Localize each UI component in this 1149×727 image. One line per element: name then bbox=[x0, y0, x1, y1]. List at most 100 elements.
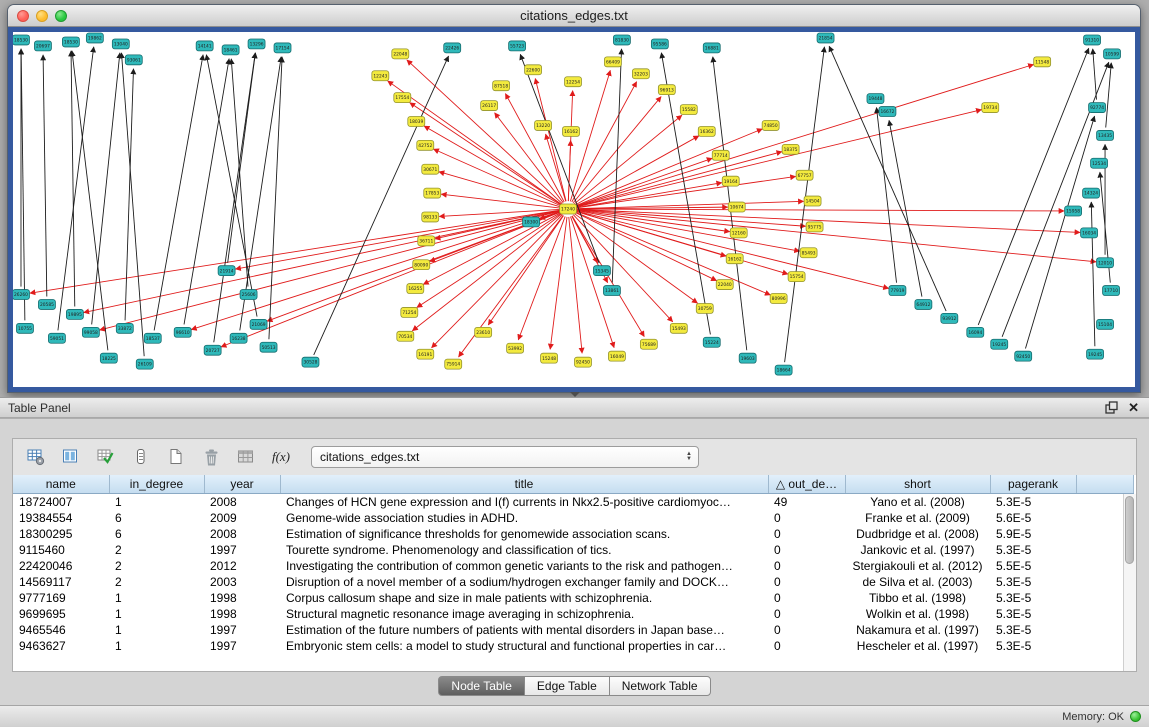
graph-edge[interactable] bbox=[314, 56, 449, 355]
graph-node[interactable]: 22040 bbox=[716, 280, 733, 290]
graph-edge[interactable] bbox=[576, 152, 782, 207]
graph-node[interactable]: 85493 bbox=[800, 248, 817, 258]
graph-node[interactable]: 92450 bbox=[1015, 351, 1032, 361]
network-window[interactable]: citations_edges.txt 17240220481224317554… bbox=[7, 4, 1141, 393]
float-panel-icon[interactable] bbox=[1105, 401, 1118, 414]
graph-node[interactable]: 96610 bbox=[174, 327, 191, 337]
graph-node[interactable]: 53992 bbox=[507, 343, 524, 353]
scrollbar-thumb[interactable] bbox=[1125, 496, 1134, 564]
new-column-button[interactable] bbox=[163, 444, 189, 470]
graph-node[interactable]: 17554 bbox=[394, 93, 411, 103]
graph-node[interactable]: 13296 bbox=[248, 39, 265, 49]
graph-node[interactable]: 26260 bbox=[13, 290, 29, 300]
graph-node[interactable]: 42752 bbox=[417, 140, 434, 150]
graph-edge[interactable] bbox=[235, 210, 560, 269]
row-height-button[interactable] bbox=[128, 444, 154, 470]
graph-edge[interactable] bbox=[889, 120, 922, 296]
graph-node[interactable]: 10674 bbox=[728, 202, 745, 212]
graph-node[interactable]: 12254 bbox=[565, 77, 582, 87]
column-header[interactable]: short bbox=[845, 475, 990, 493]
graph-edge[interactable] bbox=[576, 210, 1096, 262]
graph-node[interactable]: 19245 bbox=[991, 339, 1008, 349]
graph-node[interactable]: 95775 bbox=[806, 222, 823, 232]
graph-edge[interactable] bbox=[576, 183, 722, 208]
graph-node[interactable]: 15493 bbox=[670, 323, 687, 333]
graph-node[interactable]: 93912 bbox=[941, 313, 958, 323]
graph-node[interactable]: 81830 bbox=[613, 35, 630, 45]
graph-node[interactable]: 18664 bbox=[775, 365, 792, 375]
column-header[interactable]: in_degree bbox=[109, 475, 204, 493]
graph-node[interactable]: 19862 bbox=[86, 33, 103, 43]
tab-edge-table[interactable]: Edge Table bbox=[524, 676, 610, 696]
graph-node[interactable]: 19895 bbox=[66, 309, 83, 319]
graph-node[interactable]: 16191 bbox=[417, 349, 434, 359]
graph-edge[interactable] bbox=[576, 64, 1034, 206]
graph-node[interactable]: 10599 bbox=[1104, 49, 1121, 59]
graph-node[interactable]: 19164 bbox=[722, 176, 739, 186]
graph-edge[interactable] bbox=[569, 217, 582, 353]
import-table-button[interactable] bbox=[233, 444, 259, 470]
table-row[interactable]: 1456911722003Disruption of a novel membe… bbox=[13, 574, 1134, 590]
graph-edge[interactable] bbox=[1106, 63, 1112, 128]
graph-edge[interactable] bbox=[576, 158, 713, 206]
graph-node[interactable]: 21069 bbox=[250, 319, 267, 329]
graph-node[interactable]: 16362 bbox=[698, 126, 715, 136]
graph-node[interactable]: 18530 bbox=[62, 37, 79, 47]
graph-edge[interactable] bbox=[84, 211, 561, 313]
graph-edge[interactable] bbox=[43, 55, 47, 297]
graph-node[interactable]: 33872 bbox=[116, 323, 133, 333]
graph-node[interactable]: 12534 bbox=[1091, 158, 1108, 168]
graph-node[interactable]: 20585 bbox=[38, 299, 55, 309]
graph-edge[interactable] bbox=[572, 216, 644, 337]
graph-node[interactable]: 99058 bbox=[82, 327, 99, 337]
window-titlebar[interactable]: citations_edges.txt bbox=[8, 5, 1140, 27]
graph-node[interactable]: 25606 bbox=[240, 290, 257, 300]
graph-node[interactable]: 15104 bbox=[1097, 319, 1114, 329]
graph-node[interactable]: 19245 bbox=[1087, 349, 1104, 359]
column-header[interactable]: △ out_de… bbox=[768, 475, 845, 493]
table-row[interactable]: 1830029562008Estimation of significance … bbox=[13, 526, 1134, 542]
table-row[interactable]: 977716911998Corpus callosum shape and si… bbox=[13, 590, 1134, 606]
graph-node[interactable]: 16034 bbox=[1081, 228, 1098, 238]
tab-node-table[interactable]: Node Table bbox=[438, 676, 525, 696]
graph-edge[interactable] bbox=[829, 46, 946, 311]
graph-node[interactable]: 66409 bbox=[604, 57, 621, 67]
column-header[interactable]: pagerank bbox=[990, 475, 1076, 493]
graph-node[interactable]: 13220 bbox=[535, 121, 552, 131]
graph-node[interactable]: 18530 bbox=[13, 35, 29, 45]
graph-node[interactable]: 12010 bbox=[1097, 258, 1114, 268]
graph-edge[interactable] bbox=[269, 57, 282, 339]
graph-node[interactable]: 19448 bbox=[867, 94, 884, 104]
graph-node[interactable]: 17710 bbox=[1103, 286, 1120, 296]
graph-edge[interactable] bbox=[154, 55, 203, 331]
graph-node[interactable]: 22600 bbox=[525, 65, 542, 75]
table-row[interactable]: 1872400712008Changes of HCN gene express… bbox=[13, 493, 1134, 510]
graph-node[interactable]: 59051 bbox=[48, 333, 65, 343]
graph-node[interactable]: 91310 bbox=[1084, 35, 1101, 45]
graph-node[interactable]: 19734 bbox=[982, 103, 999, 113]
table-row[interactable]: 946554611997Estimation of the future num… bbox=[13, 622, 1134, 638]
graph-node[interactable]: 77714 bbox=[712, 150, 729, 160]
graph-node[interactable]: 15582 bbox=[680, 105, 697, 115]
close-panel-icon[interactable]: ✕ bbox=[1128, 401, 1139, 414]
graph-node[interactable]: 22426 bbox=[444, 43, 461, 53]
column-header[interactable]: title bbox=[280, 475, 768, 493]
graph-edge[interactable] bbox=[572, 82, 637, 202]
graph-node[interactable]: 50513 bbox=[260, 342, 277, 352]
graph-node[interactable]: 15248 bbox=[541, 353, 558, 363]
graph-node[interactable]: 14324 bbox=[1083, 188, 1100, 198]
graph-edge[interactable] bbox=[439, 172, 560, 207]
graph-edge[interactable] bbox=[432, 215, 563, 348]
graph-node[interactable]: 22048 bbox=[392, 49, 409, 59]
table-row[interactable]: 911546021997Tourette syndrome. Phenomeno… bbox=[13, 542, 1134, 558]
graph-edge[interactable] bbox=[576, 209, 1064, 211]
graph-edge[interactable] bbox=[412, 214, 561, 331]
delete-column-button[interactable] bbox=[198, 444, 224, 470]
graph-node[interactable]: 74850 bbox=[762, 121, 779, 131]
graph-edge[interactable] bbox=[518, 216, 565, 339]
graph-edge[interactable] bbox=[550, 217, 567, 349]
column-header[interactable]: name bbox=[13, 475, 109, 493]
graph-node[interactable]: 30528 bbox=[302, 357, 319, 367]
graph-edge[interactable] bbox=[92, 53, 120, 325]
graph-node[interactable]: 18225 bbox=[100, 353, 117, 363]
